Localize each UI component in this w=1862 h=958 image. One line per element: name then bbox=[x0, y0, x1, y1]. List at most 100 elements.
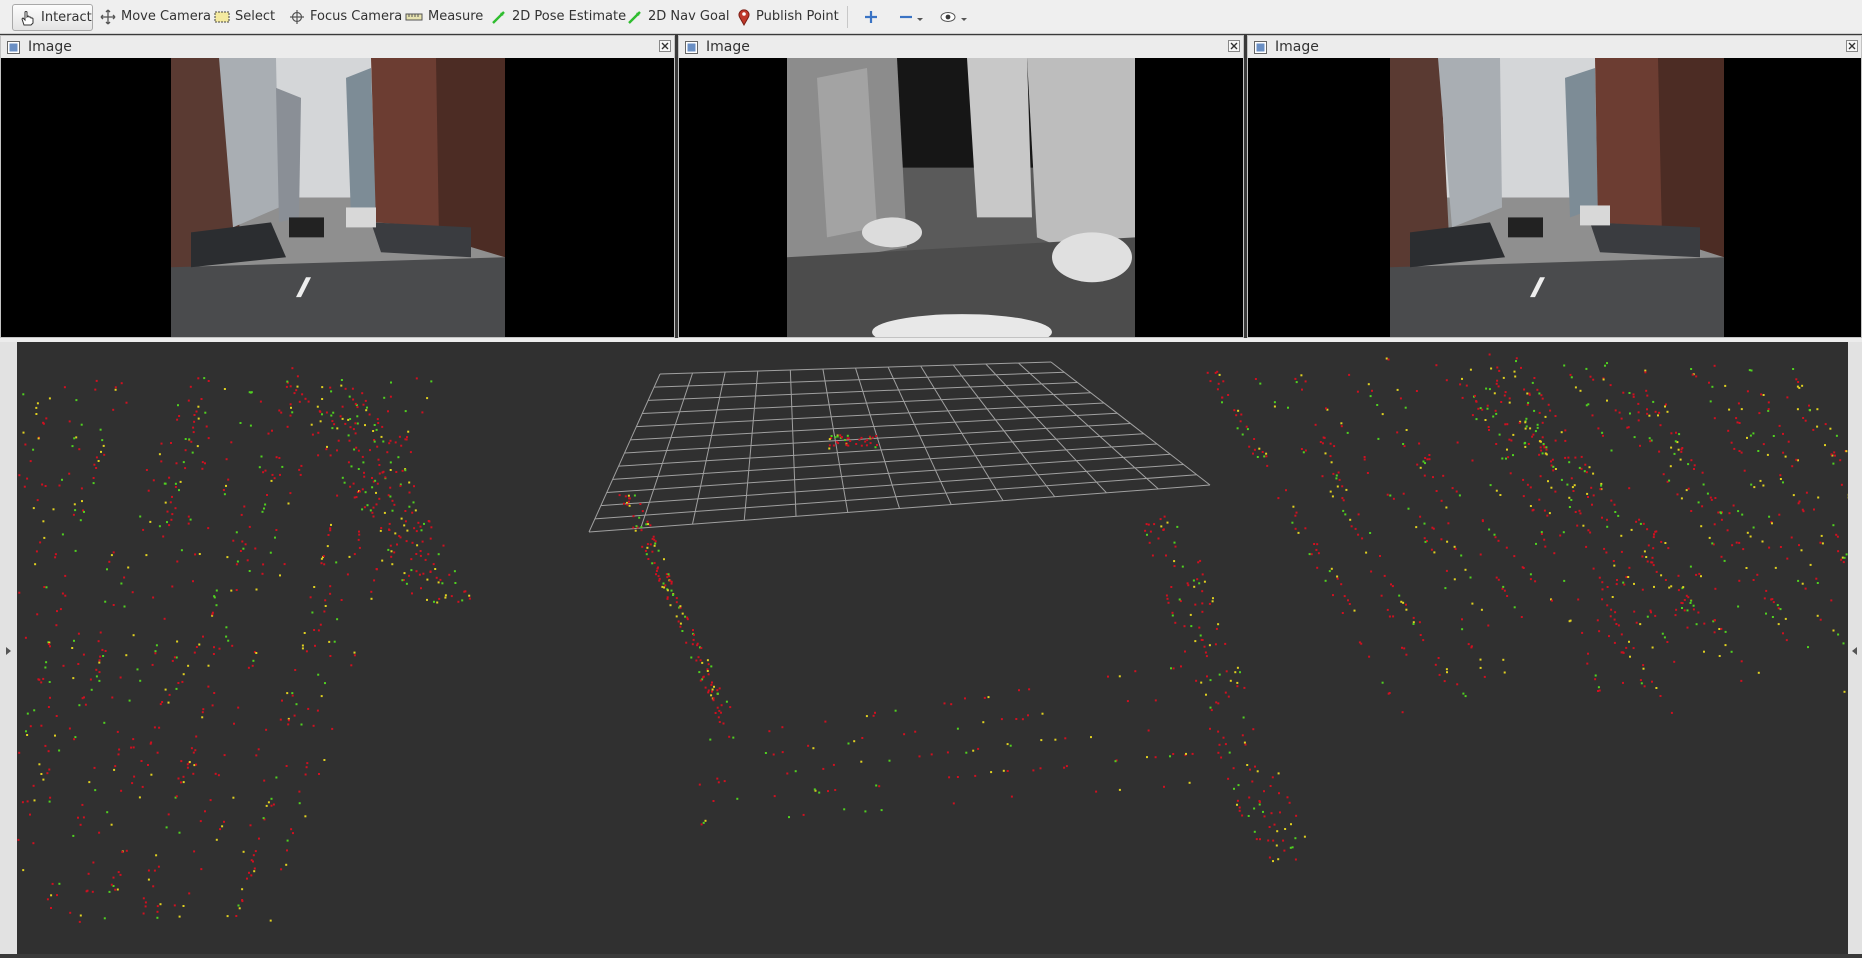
lidar-point bbox=[1584, 464, 1586, 466]
left-dock-collapse-handle[interactable] bbox=[0, 342, 17, 954]
lidar-point bbox=[1148, 730, 1150, 732]
lidar-point bbox=[1270, 785, 1272, 787]
lidar-point bbox=[1345, 489, 1347, 491]
lidar-point bbox=[1413, 623, 1415, 625]
lidar-point bbox=[1553, 552, 1555, 554]
add-tool-button[interactable] bbox=[863, 4, 884, 29]
lidar-point bbox=[658, 580, 660, 582]
lidar-point bbox=[682, 613, 684, 615]
lidar-point bbox=[1832, 524, 1834, 526]
lidar-point bbox=[1257, 456, 1259, 458]
lidar-point bbox=[1022, 718, 1024, 720]
lidar-point bbox=[1566, 484, 1568, 486]
lidar-point bbox=[1758, 672, 1760, 674]
lidar-point bbox=[95, 467, 97, 469]
lidar-point bbox=[174, 904, 176, 906]
lidar-point bbox=[1645, 556, 1647, 558]
lidar-point bbox=[1263, 790, 1265, 792]
lidar-point bbox=[723, 723, 725, 725]
lidar-point bbox=[1746, 567, 1748, 569]
lidar-point bbox=[1444, 680, 1446, 682]
lidar-point bbox=[59, 485, 61, 487]
lidar-point bbox=[1791, 465, 1793, 467]
lidar-point bbox=[376, 446, 378, 448]
lidar-point bbox=[155, 650, 157, 652]
point-cloud-render bbox=[17, 342, 1848, 954]
lidar-point bbox=[336, 427, 338, 429]
lidar-point bbox=[1786, 396, 1788, 398]
close-icon[interactable] bbox=[1846, 40, 1858, 52]
lidar-point bbox=[377, 483, 379, 485]
lidar-point bbox=[236, 589, 238, 591]
lidar-point bbox=[634, 495, 636, 497]
lidar-point bbox=[408, 575, 410, 577]
lidar-point bbox=[176, 641, 178, 643]
lidar-point bbox=[1201, 611, 1203, 613]
publish-point-tool-button[interactable]: Publish Point bbox=[737, 4, 839, 29]
lidar-point bbox=[1648, 544, 1650, 546]
lidar-point bbox=[275, 529, 277, 531]
close-icon[interactable] bbox=[659, 40, 671, 52]
lidar-point bbox=[187, 665, 189, 667]
lidar-point bbox=[168, 524, 170, 526]
lidar-point bbox=[420, 587, 422, 589]
nav-goal-tool-button[interactable]: 2D Nav Goal bbox=[627, 4, 730, 29]
camera-view-button[interactable] bbox=[940, 4, 975, 29]
lidar-point bbox=[410, 451, 412, 453]
lidar-point bbox=[232, 797, 234, 799]
lidar-point bbox=[1341, 497, 1343, 499]
lidar-point bbox=[1824, 444, 1826, 446]
close-icon[interactable] bbox=[1228, 40, 1240, 52]
lidar-point bbox=[1264, 815, 1266, 817]
lidar-point bbox=[685, 642, 687, 644]
lidar-point bbox=[1217, 731, 1219, 733]
lidar-point bbox=[1495, 443, 1497, 445]
lidar-point bbox=[1628, 487, 1630, 489]
lidar-point bbox=[150, 774, 152, 776]
lidar-point bbox=[202, 636, 204, 638]
focus-camera-tool-button[interactable]: Focus Camera bbox=[289, 4, 402, 29]
lidar-point bbox=[1274, 401, 1276, 403]
lidar-point bbox=[430, 538, 432, 540]
lidar-point bbox=[1339, 479, 1341, 481]
lidar-point bbox=[1762, 485, 1764, 487]
lidar-point bbox=[1680, 459, 1682, 461]
measure-tool-button[interactable]: Measure bbox=[405, 4, 483, 29]
lidar-point bbox=[68, 473, 70, 475]
lidar-point bbox=[194, 553, 196, 555]
lidar-point bbox=[1503, 377, 1505, 379]
select-tool-button[interactable]: Select bbox=[214, 4, 275, 29]
remove-tool-button[interactable] bbox=[898, 4, 931, 29]
pose-estimate-tool-button[interactable]: 2D Pose Estimate bbox=[491, 4, 626, 29]
lidar-point bbox=[74, 509, 76, 511]
right-dock-collapse-handle[interactable] bbox=[1848, 342, 1862, 954]
3d-viewport[interactable] bbox=[17, 342, 1848, 954]
lidar-point bbox=[1287, 796, 1289, 798]
lidar-point bbox=[48, 769, 50, 771]
lidar-point bbox=[1698, 573, 1700, 575]
lidar-point bbox=[1640, 679, 1642, 681]
lidar-point bbox=[1523, 389, 1525, 391]
lidar-point bbox=[1382, 413, 1384, 415]
lidar-point bbox=[903, 733, 905, 735]
lidar-point bbox=[36, 613, 38, 615]
lidar-point bbox=[180, 481, 182, 483]
lidar-point bbox=[176, 688, 178, 690]
lidar-point bbox=[692, 629, 694, 631]
lidar-point bbox=[162, 536, 164, 538]
lidar-point bbox=[381, 426, 383, 428]
interact-tool-button[interactable]: Interact bbox=[12, 4, 93, 31]
move-camera-tool-button[interactable]: Move Camera bbox=[100, 4, 211, 29]
lidar-point bbox=[170, 519, 172, 521]
lidar-point bbox=[1654, 615, 1656, 617]
lidar-point bbox=[1259, 801, 1261, 803]
lidar-point bbox=[197, 406, 199, 408]
lidar-point bbox=[1320, 441, 1322, 443]
lidar-point bbox=[1695, 574, 1697, 576]
lidar-point bbox=[1066, 765, 1068, 767]
lidar-point bbox=[1665, 579, 1667, 581]
lidar-point bbox=[111, 697, 113, 699]
lidar-point bbox=[157, 752, 159, 754]
lidar-point bbox=[225, 485, 227, 487]
lidar-point bbox=[56, 610, 58, 612]
